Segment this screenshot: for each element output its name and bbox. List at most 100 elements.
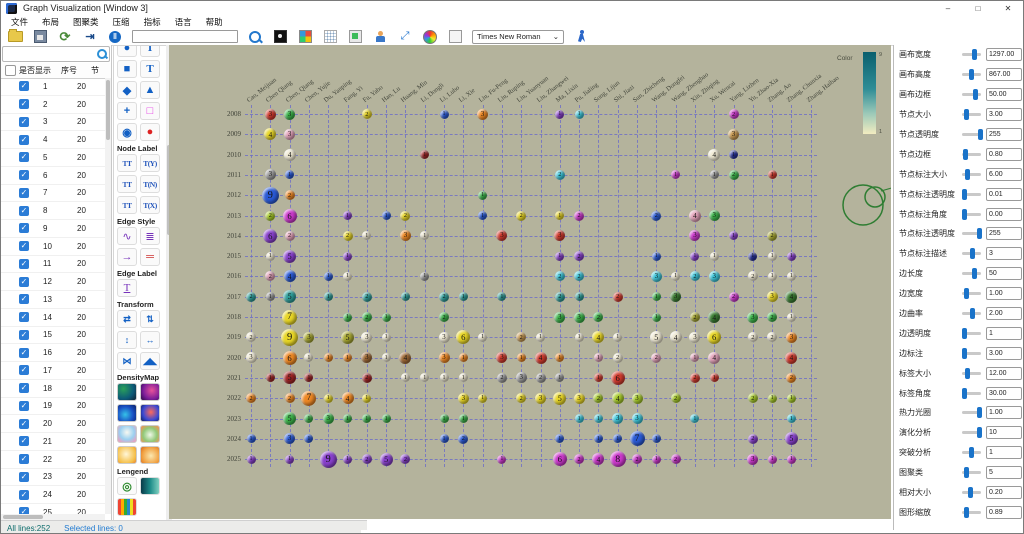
- graph-node[interactable]: 1: [381, 353, 391, 363]
- graph-node[interactable]: 1: [343, 454, 352, 464]
- graph-node[interactable]: 2: [747, 271, 758, 282]
- row-checkbox[interactable]: ✓: [19, 383, 29, 394]
- graph-node[interactable]: 1: [651, 434, 661, 444]
- graph-node[interactable]: 3: [708, 210, 720, 221]
- densitymap-5[interactable]: [117, 425, 137, 443]
- row-checkbox[interactable]: ✓: [19, 241, 29, 252]
- graph-node[interactable]: 3: [264, 169, 276, 181]
- graph-node[interactable]: 2: [651, 352, 662, 363]
- color-wheel-button[interactable]: [422, 29, 438, 44]
- row-checkbox[interactable]: ✓: [19, 276, 29, 287]
- graph-node[interactable]: 1: [767, 454, 777, 464]
- table-row[interactable]: ✓ 2 20: [1, 96, 105, 114]
- table-row[interactable]: ✓ 25 20: [1, 504, 105, 514]
- edge-label-tool[interactable]: T: [117, 279, 137, 297]
- slider-value-input[interactable]: 1297.00: [986, 48, 1022, 62]
- graph-node[interactable]: 3: [284, 108, 296, 120]
- slider-track[interactable]: [962, 327, 981, 339]
- graph-node[interactable]: 3: [535, 392, 546, 404]
- table-row[interactable]: ✓ 21 20: [1, 433, 105, 451]
- graph-node[interactable]: 2: [767, 312, 778, 322]
- table-row[interactable]: ✓ 11 20: [1, 256, 105, 274]
- graph-node[interactable]: 2: [458, 433, 469, 444]
- slider-track[interactable]: [962, 427, 982, 439]
- graph-node[interactable]: 1: [362, 393, 372, 403]
- slider-thumb[interactable]: [971, 268, 977, 280]
- slider-track[interactable]: [962, 168, 981, 180]
- table-row[interactable]: ✓ 9 20: [1, 220, 105, 238]
- table-row[interactable]: ✓ 5 20: [1, 149, 105, 167]
- graph-node[interactable]: 3: [708, 270, 720, 282]
- graph-node[interactable]: 4: [688, 209, 701, 222]
- graph-node[interactable]: 3: [670, 291, 682, 303]
- table-search-input[interactable]: [2, 46, 110, 62]
- graph-node[interactable]: 9: [261, 186, 279, 204]
- table-row[interactable]: ✓ 1 20: [1, 78, 105, 96]
- graph-node[interactable]: 1: [381, 332, 391, 342]
- menu-item-7[interactable]: 帮助: [206, 16, 223, 28]
- slider-value-input[interactable]: 50: [986, 267, 1022, 281]
- graph-node[interactable]: 4: [785, 290, 798, 303]
- slider-thumb[interactable]: [961, 208, 967, 220]
- graph-node[interactable]: 1: [786, 414, 796, 423]
- graph-node[interactable]: 2: [554, 169, 565, 180]
- densitymap-7[interactable]: [117, 446, 137, 464]
- slider-value-input[interactable]: 12.00: [986, 366, 1022, 380]
- graph-node[interactable]: 1: [709, 170, 719, 180]
- graph-node[interactable]: 5: [283, 249, 297, 263]
- edge-wave-style[interactable]: ∿: [117, 227, 137, 245]
- slider-value-input[interactable]: 255: [986, 128, 1022, 141]
- table-row[interactable]: ✓ 18 20: [1, 380, 105, 398]
- graph-node[interactable]: 3: [361, 331, 373, 343]
- slider-value-input[interactable]: 3: [986, 247, 1022, 261]
- zoom-button[interactable]: [247, 30, 263, 44]
- graph-node[interactable]: 1: [767, 170, 777, 180]
- graph-node[interactable]: 3: [496, 352, 508, 364]
- graph-node[interactable]: 1: [265, 251, 275, 261]
- slider-track[interactable]: [962, 506, 981, 518]
- graph-node[interactable]: 2: [574, 271, 585, 282]
- slider-track[interactable]: [962, 49, 981, 61]
- row-checkbox[interactable]: ✓: [19, 471, 29, 482]
- graph-node[interactable]: 2: [400, 454, 411, 465]
- user-button[interactable]: [372, 30, 388, 44]
- graph-node[interactable]: 1: [304, 373, 314, 383]
- text-tool[interactable]: T: [140, 46, 160, 57]
- graph-node[interactable]: 1: [786, 312, 796, 322]
- slider-thumb[interactable]: [961, 188, 967, 200]
- graph-node[interactable]: 2: [593, 393, 604, 404]
- graph-node[interactable]: 1: [381, 312, 391, 322]
- graph-node[interactable]: 3: [573, 392, 585, 404]
- slider-value-input[interactable]: 0.89: [986, 505, 1022, 519]
- graph-node[interactable]: 4: [592, 453, 605, 466]
- graph-node[interactable]: 1: [323, 271, 333, 281]
- slider-track[interactable]: [962, 467, 981, 479]
- table-row[interactable]: ✓ 13 20: [1, 291, 105, 309]
- table-row[interactable]: ✓ 16 20: [1, 344, 105, 362]
- slider-track[interactable]: [962, 69, 981, 81]
- slider-value-input[interactable]: 0.80: [986, 147, 1022, 161]
- graph-node[interactable]: 1: [381, 414, 391, 423]
- graph-node[interactable]: 1: [362, 231, 372, 241]
- densitymap-2[interactable]: [140, 383, 160, 401]
- graph-node[interactable]: 3: [573, 311, 585, 323]
- graph-node[interactable]: 3: [554, 311, 566, 323]
- row-checkbox[interactable]: ✓: [19, 170, 29, 181]
- graph-node[interactable]: 3: [554, 230, 566, 242]
- slider-thumb[interactable]: [968, 447, 974, 459]
- graph-node[interactable]: 4: [592, 331, 605, 344]
- transform-flip-v[interactable]: ⋈: [117, 352, 137, 370]
- graph-node[interactable]: 6: [282, 350, 297, 365]
- graph-node[interactable]: 1: [285, 454, 295, 464]
- run-layout-button[interactable]: [573, 30, 589, 44]
- graph-node[interactable]: 1: [767, 393, 777, 403]
- graph-node[interactable]: 1: [786, 454, 796, 464]
- graph-node[interactable]: 3: [515, 372, 527, 384]
- ellipse-tool[interactable]: ●: [117, 46, 137, 57]
- legend-lens-button[interactable]: ◎: [117, 477, 137, 495]
- graph-node[interactable]: 4: [785, 351, 798, 364]
- densitymap-6[interactable]: [140, 425, 160, 443]
- graph-node[interactable]: 2: [651, 210, 662, 221]
- graph-node[interactable]: 2: [284, 393, 295, 404]
- graph-node[interactable]: 1: [478, 211, 488, 220]
